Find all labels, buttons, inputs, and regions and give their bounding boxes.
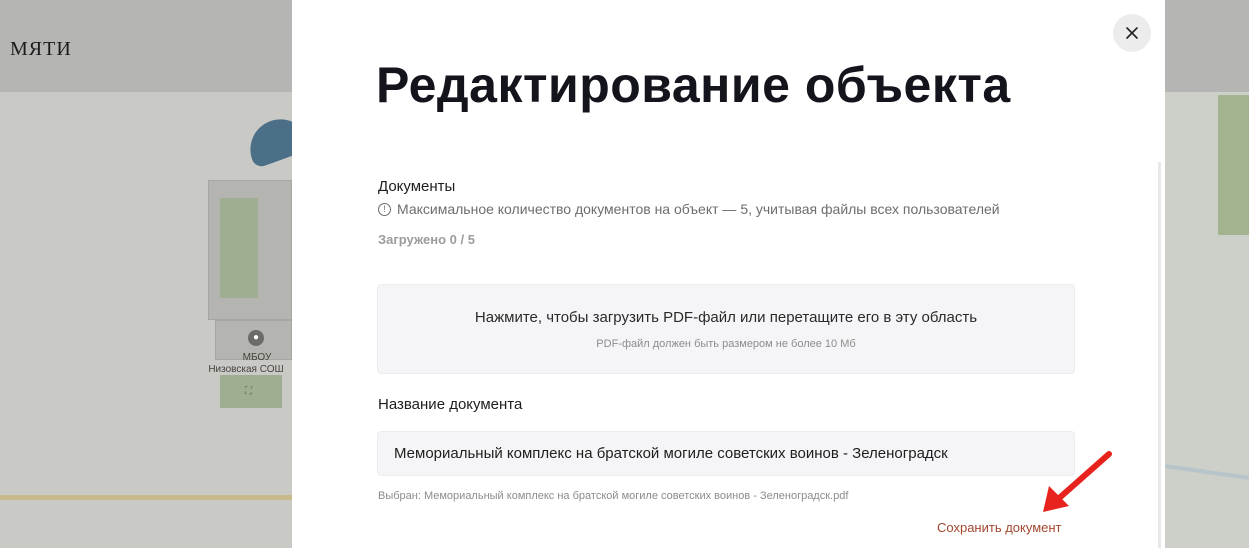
map-park — [220, 198, 258, 298]
documents-label: Документы — [378, 178, 456, 195]
document-name-label: Название документа — [378, 396, 523, 413]
selected-file-text: Выбран: Мемориальный комплекс на братско… — [378, 490, 849, 502]
map-poi-label: Низовская СОШ — [208, 364, 284, 375]
map-park — [1218, 95, 1249, 235]
edit-object-modal: Редактирование объекта Документы ! Макси… — [292, 0, 1165, 548]
documents-hint: ! Максимальное количество документов на … — [378, 201, 1000, 217]
close-button[interactable] — [1113, 14, 1151, 52]
save-document-link[interactable]: Сохранить документ — [937, 520, 1062, 535]
map-symbol: ⛶ — [245, 386, 252, 397]
dropzone-sub-text: PDF-файл должен быть размером не более 1… — [596, 338, 856, 350]
pdf-upload-dropzone[interactable]: Нажмите, чтобы загрузить PDF-файл или пе… — [377, 284, 1075, 374]
modal-title: Редактирование объекта — [376, 57, 1011, 113]
modal-scrollbar[interactable] — [1158, 162, 1161, 548]
map-road — [0, 495, 300, 500]
info-icon: ! — [378, 202, 391, 216]
map-poi-label: МБОУ — [242, 352, 272, 363]
document-name-input[interactable] — [377, 431, 1075, 476]
close-icon — [1126, 27, 1138, 39]
documents-hint-text: Максимальное количество документов на об… — [397, 201, 1000, 217]
school-icon: ● — [248, 330, 264, 346]
dropzone-main-text: Нажмите, чтобы загрузить PDF-файл или пе… — [474, 309, 978, 326]
site-title: МЯТИ — [10, 38, 72, 60]
uploaded-count: Загружено 0 / 5 — [378, 232, 475, 247]
